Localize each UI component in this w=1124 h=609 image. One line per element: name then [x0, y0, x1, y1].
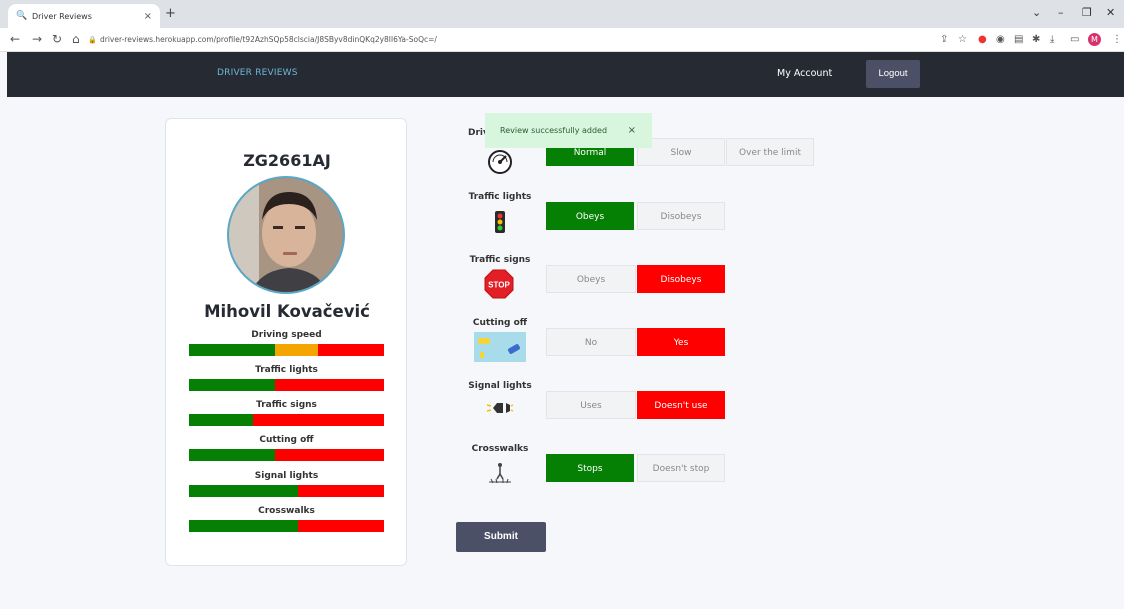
- extension-page-icon[interactable]: ▤: [1014, 34, 1023, 45]
- rating-metric: Traffic signs: [189, 400, 384, 426]
- review-option-button[interactable]: Disobeys: [637, 202, 725, 230]
- review-option-button[interactable]: Obeys: [546, 202, 634, 230]
- download-icon[interactable]: ⤓: [1050, 34, 1054, 45]
- rating-metric: Traffic lights: [189, 365, 384, 391]
- tab-title: Driver Reviews: [32, 11, 92, 21]
- review-option-button[interactable]: Stops: [546, 454, 634, 482]
- driver-avatar: [227, 176, 345, 294]
- driver-profile-card: ZG2661AJ Mihovil Kovačević Driving speed…: [165, 118, 407, 566]
- speedometer-icon: [485, 146, 515, 180]
- share-icon[interactable]: ⇪: [940, 34, 948, 45]
- rating-metric-label: Traffic lights: [255, 365, 318, 375]
- extension-camera-icon[interactable]: ◉: [996, 34, 1005, 45]
- address-bar-row: ← → ↻ ⌂ 🔒 driver-reviews.herokuapp.com/p…: [0, 28, 1124, 52]
- rating-bar: [189, 379, 384, 391]
- rating-metric-label: Crosswalks: [258, 506, 315, 516]
- rating-bar-green-segment: [189, 485, 299, 497]
- rating-bar-green-segment: [189, 520, 299, 532]
- review-option-button[interactable]: Disobeys: [637, 265, 725, 293]
- extension-adblock-icon[interactable]: ●: [978, 34, 987, 45]
- minimize-icon[interactable]: –: [1058, 6, 1064, 19]
- signal-lights-icon: [485, 400, 515, 419]
- tab-search-icon[interactable]: ⌄: [1032, 6, 1041, 19]
- review-row-label: Traffic signs: [469, 255, 531, 265]
- rating-bar-green-segment: [189, 414, 254, 426]
- reload-icon[interactable]: ↻: [52, 32, 62, 46]
- success-toast: Review successfully added ×: [485, 113, 652, 148]
- submit-button[interactable]: Submit: [456, 522, 546, 552]
- review-option-button[interactable]: Over the limit: [726, 138, 814, 166]
- rating-bar-green-segment: [189, 344, 275, 356]
- review-row-label: Traffic lights: [468, 192, 532, 202]
- rating-bar-red-segment: [253, 414, 384, 426]
- review-row-label: Crosswalks: [471, 444, 529, 454]
- review-row-label: Cutting off: [472, 318, 528, 328]
- license-plate: ZG2661AJ: [243, 151, 331, 170]
- rating-bar-red-segment: [274, 379, 384, 391]
- stop-sign-icon: STOP: [484, 269, 514, 303]
- browser-tab[interactable]: 🔍 Driver Reviews ×: [8, 4, 160, 28]
- brand-link[interactable]: DRIVER REVIEWS: [217, 68, 298, 78]
- url-text: driver-reviews.herokuapp.com/profile/t92…: [100, 35, 437, 44]
- rating-bar: [189, 344, 384, 356]
- lock-icon: 🔒: [88, 36, 97, 44]
- new-tab-icon[interactable]: +: [165, 6, 176, 21]
- review-option-button[interactable]: Obeys: [546, 265, 636, 293]
- back-icon[interactable]: ←: [10, 32, 20, 46]
- review-option-button[interactable]: Doesn't stop: [637, 454, 725, 482]
- rating-bar-green-segment: [189, 379, 275, 391]
- my-account-link[interactable]: My Account: [777, 68, 832, 79]
- rating-metric-label: Traffic signs: [256, 400, 317, 410]
- crosswalk-icon: [487, 462, 513, 488]
- window-close-icon[interactable]: ✕: [1106, 6, 1115, 19]
- search-favicon-icon: 🔍: [16, 11, 28, 21]
- site-header: DRIVER REVIEWS My Account Logout: [7, 52, 1124, 97]
- extensions-puzzle-icon[interactable]: ✱: [1032, 34, 1040, 45]
- menu-kebab-icon[interactable]: ⋮: [1112, 34, 1122, 45]
- logout-button[interactable]: Logout: [866, 60, 920, 88]
- profile-avatar-icon[interactable]: M: [1088, 33, 1101, 46]
- bookmark-star-icon[interactable]: ☆: [958, 34, 967, 45]
- rating-metric: Cutting off: [189, 435, 384, 461]
- rating-bar-green-segment: [189, 449, 275, 461]
- browser-tab-bar: 🔍 Driver Reviews × + ⌄ – ❐ ✕: [0, 0, 1124, 28]
- rating-metric-label: Signal lights: [254, 471, 319, 481]
- review-option-button[interactable]: Doesn't use: [637, 391, 725, 419]
- cutting-off-icon: [474, 332, 526, 366]
- url-field[interactable]: 🔒 driver-reviews.herokuapp.com/profile/t…: [88, 32, 918, 48]
- home-icon[interactable]: ⌂: [72, 32, 80, 46]
- driver-photo: [229, 178, 343, 292]
- restore-icon[interactable]: ❐: [1082, 6, 1092, 19]
- rating-bar-red-segment: [317, 344, 384, 356]
- review-row-label: Signal lights: [468, 381, 532, 391]
- forward-icon[interactable]: →: [32, 32, 42, 46]
- tab-close-icon[interactable]: ×: [144, 11, 152, 22]
- rating-bar: [189, 414, 384, 426]
- traffic-light-icon: [494, 210, 506, 238]
- toast-close-icon[interactable]: ×: [628, 113, 636, 148]
- driver-name: Mihovil Kovačević: [204, 302, 370, 321]
- rating-metric-label: Driving speed: [251, 330, 322, 340]
- review-option-button[interactable]: No: [546, 328, 636, 356]
- rating-bar: [189, 485, 384, 497]
- svg-text:STOP: STOP: [488, 281, 510, 290]
- rating-bar: [189, 520, 384, 532]
- rating-metric: Crosswalks: [189, 506, 384, 532]
- toast-message: Review successfully added: [500, 126, 608, 135]
- rating-bar-red-segment: [298, 485, 384, 497]
- rating-metric-label: Cutting off: [259, 435, 314, 445]
- review-option-button[interactable]: Yes: [637, 328, 725, 356]
- rating-metric: Signal lights: [189, 471, 384, 497]
- rating-bar-red-segment: [274, 449, 384, 461]
- rating-bar-red-segment: [298, 520, 384, 532]
- rating-bar-orange-segment: [274, 344, 318, 356]
- sidepanel-icon[interactable]: ▭: [1070, 34, 1079, 45]
- rating-metric: Driving speed: [189, 330, 384, 356]
- review-option-button[interactable]: Uses: [546, 391, 636, 419]
- rating-bar: [189, 449, 384, 461]
